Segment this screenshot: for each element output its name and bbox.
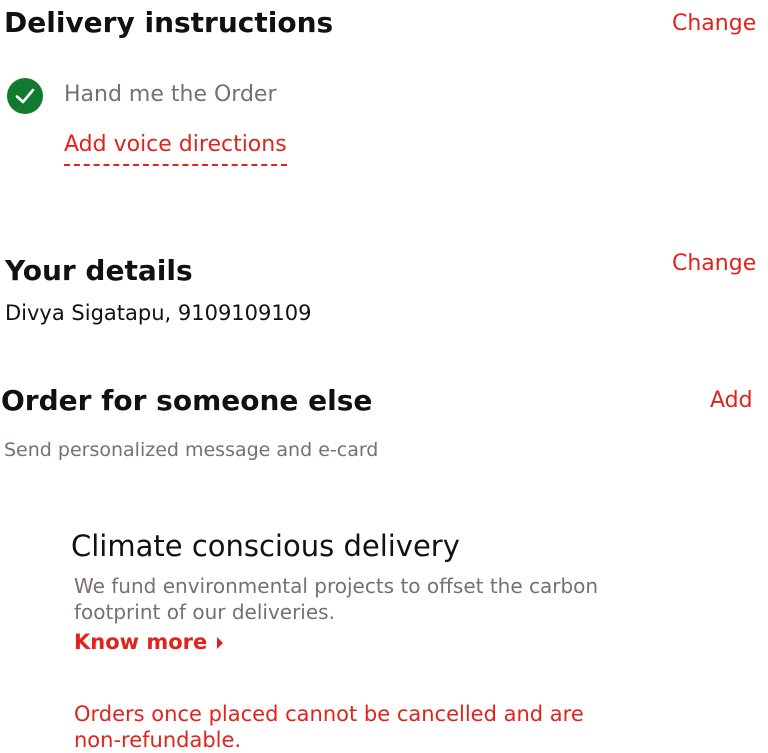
- add-voice-directions-link[interactable]: Add voice directions: [64, 134, 287, 166]
- non-refundable-notice: Orders once placed cannot be cancelled a…: [74, 702, 584, 752]
- caret-right-icon: [217, 636, 224, 649]
- check-circle-icon: [7, 78, 43, 114]
- your-details-title: Your details: [5, 254, 193, 287]
- user-contact-info: Divya Sigatapu, 9109109109: [5, 301, 312, 325]
- climate-delivery-title: Climate conscious delivery: [71, 529, 460, 563]
- order-for-someone-title: Order for someone else: [1, 384, 373, 417]
- selected-delivery-option[interactable]: Hand me the Order: [64, 84, 277, 106]
- order-for-someone-add-link[interactable]: Add: [710, 390, 753, 412]
- delivery-instructions-change-link[interactable]: Change: [672, 13, 756, 35]
- order-for-someone-subtitle: Send personalized message and e-card: [4, 439, 379, 461]
- know-more-label: Know more: [74, 630, 208, 654]
- know-more-link[interactable]: Know more: [74, 630, 224, 654]
- checkmark-icon: [15, 88, 35, 104]
- delivery-instructions-title: Delivery instructions: [4, 6, 334, 39]
- your-details-change-link[interactable]: Change: [672, 253, 756, 275]
- climate-delivery-description: We fund environmental projects to offset…: [74, 574, 599, 624]
